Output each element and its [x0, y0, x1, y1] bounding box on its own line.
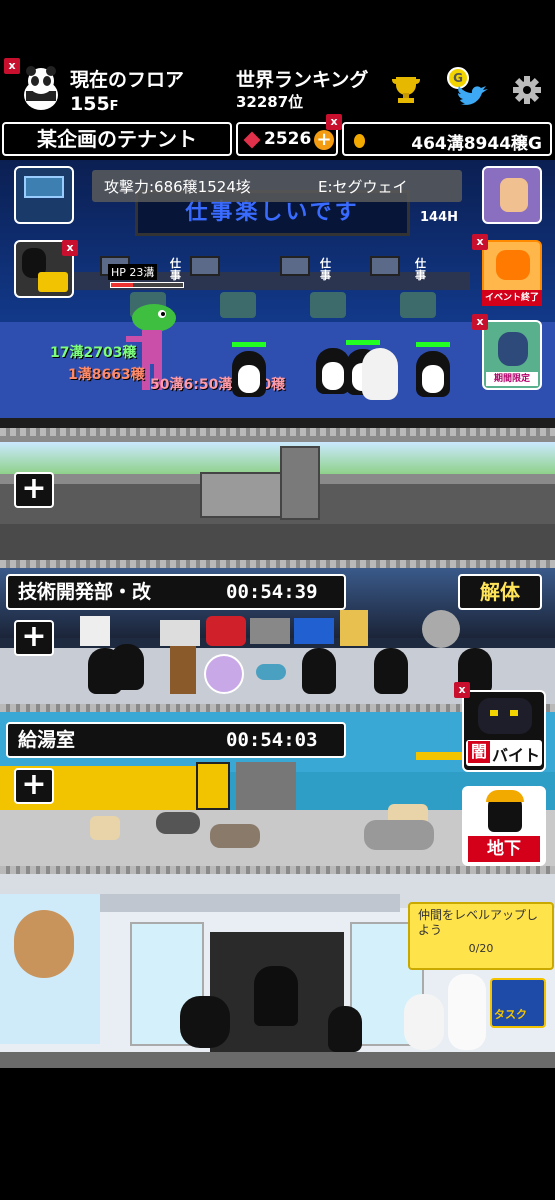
top-status-header: x 現在のフロア 155F 世界ランキング 32287位 G	[0, 55, 555, 120]
twitter-bird-icon[interactable]	[456, 83, 490, 109]
hours-counter: 144H	[420, 210, 459, 225]
penguin-employee[interactable]	[302, 648, 336, 694]
trash-bins	[236, 762, 296, 810]
shadow-figure[interactable]	[254, 966, 298, 1026]
desk-sign: 仕事	[415, 257, 426, 282]
orca-character[interactable]	[180, 996, 230, 1048]
office-room-thumbnail[interactable]	[14, 166, 74, 224]
dismantle-button[interactable]: 解体	[458, 574, 542, 610]
basement-label-box: 地下	[468, 836, 540, 862]
floor-divider	[0, 866, 555, 874]
penguin-employee[interactable]	[416, 342, 450, 402]
floor-unit: F	[109, 99, 119, 114]
task-label: タスク	[494, 1008, 527, 1021]
entrance-lobby[interactable]: 仲間をレベルアップしよう 0/20 タスク	[0, 874, 555, 1068]
room-name: 給湯室	[18, 729, 76, 751]
add-room-button[interactable]: +	[14, 472, 54, 508]
desk-sign: 仕事	[320, 257, 331, 282]
rabbit-character[interactable]	[448, 974, 486, 1050]
room-name: 技術開発部・改	[18, 581, 152, 603]
floor-divider	[0, 428, 555, 436]
add-employee-button[interactable]: +	[14, 620, 54, 656]
pumpkin-event-button[interactable]: イベント終了	[482, 240, 542, 306]
gacha-badge: x	[62, 240, 78, 256]
basement-button[interactable]: 地下	[462, 786, 546, 866]
tenant-name-box[interactable]: 某企画のテナント	[2, 122, 232, 156]
cat-character[interactable]	[90, 816, 120, 840]
money-amount: 464溝8944穣G	[411, 134, 542, 154]
desk-sign: 仕事	[170, 257, 181, 282]
floor-number: 155	[70, 93, 110, 115]
penguin-employee[interactable]	[316, 348, 350, 408]
add-employee-button[interactable]: +	[14, 768, 54, 804]
panda-avatar-icon[interactable]	[20, 65, 62, 111]
limited-label: 期間限定	[486, 372, 538, 386]
attack-stats-overlay: 攻撃力:686穣1524垓 E:セグウェイ	[92, 170, 462, 202]
enemy-hp-label: HP 23溝	[108, 264, 158, 280]
character-portrait-button[interactable]	[482, 166, 542, 224]
notification-badge: x	[4, 58, 20, 74]
sleeping-bag	[364, 820, 434, 850]
vending-machine	[196, 762, 230, 810]
current-floor-value: 155F	[70, 93, 119, 118]
gem-counter-box[interactable]: 2526 +	[236, 122, 338, 156]
enemy-hp-value: HP 23溝	[111, 266, 155, 279]
office-battle-floor[interactable]: 仕事楽しいです 144H 攻撃力:686穣1524垓 E:セグウェイ 仕事 仕事…	[0, 160, 555, 428]
scarecrow-item-icon[interactable]	[170, 646, 196, 694]
event-badge: x	[472, 234, 488, 250]
event-ended-label: イベント終了	[482, 290, 542, 306]
room-timer: 00:54:39	[226, 581, 318, 603]
room-timer: 00:54:03	[226, 729, 318, 751]
penguin-employee[interactable]	[328, 1006, 362, 1052]
basement-label: 地下	[487, 839, 521, 859]
limited-badge: x	[472, 314, 488, 330]
yami-baito-button[interactable]: 闇 バイト	[462, 690, 546, 772]
world-ranking-label[interactable]: 世界ランキング	[236, 69, 368, 91]
window-view	[0, 442, 555, 474]
baito-label: バイト	[492, 746, 541, 765]
gold-coin-icon	[354, 134, 365, 148]
room-name-bar[interactable]: 技術開発部・改 00:54:39	[6, 574, 346, 610]
enemy-hp-bar	[110, 282, 184, 288]
add-gems-icon[interactable]: +	[314, 130, 334, 150]
settings-gear-icon[interactable]	[512, 75, 542, 105]
tech-dev-floor[interactable]: 技術開発部・改 00:54:39 解体 +	[0, 568, 555, 704]
gem-badge: x	[326, 114, 342, 130]
dolphin-character[interactable]	[14, 910, 74, 978]
quest-box[interactable]: 仲間をレベルアップしよう 0/20	[408, 902, 554, 970]
raccoon-character[interactable]	[210, 824, 260, 848]
dismantle-label: 解体	[480, 580, 520, 604]
floor-divider	[0, 560, 555, 568]
raccoon-character[interactable]	[156, 812, 200, 834]
yami-char: 闇	[468, 741, 490, 763]
damage-number-red: 1溝8663穣	[68, 367, 145, 383]
limited-time-character-button[interactable]: 期間限定	[482, 320, 542, 390]
quest-text: 仲間をレベルアップしよう	[418, 908, 539, 937]
tenant-name: 某企画のテナント	[37, 127, 197, 151]
room-name-bar[interactable]: 給湯室 00:54:03	[6, 722, 346, 758]
quest-progress: 0/20	[468, 942, 494, 955]
equipped-item: E:セグウェイ	[318, 178, 408, 196]
fish-item-icon	[256, 664, 286, 680]
attack-power: 攻撃力:686穣1524垓	[104, 178, 251, 196]
yami-badge: x	[454, 682, 470, 698]
task-button[interactable]: タスク	[490, 978, 546, 1028]
trophy-icon[interactable]	[390, 73, 422, 105]
empty-floor[interactable]: +	[0, 436, 555, 560]
panda-character[interactable]	[404, 994, 444, 1050]
gem-count: 2526	[264, 129, 312, 149]
penguin-employee[interactable]	[374, 648, 408, 694]
damage-number-green: 17溝2703穣	[50, 345, 137, 361]
world-ranking-value: 32287位	[236, 93, 304, 111]
money-counter-box: 464溝8944穣G	[342, 122, 552, 156]
penguin-employee[interactable]	[110, 644, 144, 690]
ruby-gem-icon	[243, 131, 261, 149]
money-stack-icon[interactable]	[204, 654, 244, 694]
current-floor-label: 現在のフロア	[70, 69, 185, 91]
seal-employee[interactable]	[362, 348, 398, 400]
penguin-employee[interactable]	[232, 342, 266, 402]
